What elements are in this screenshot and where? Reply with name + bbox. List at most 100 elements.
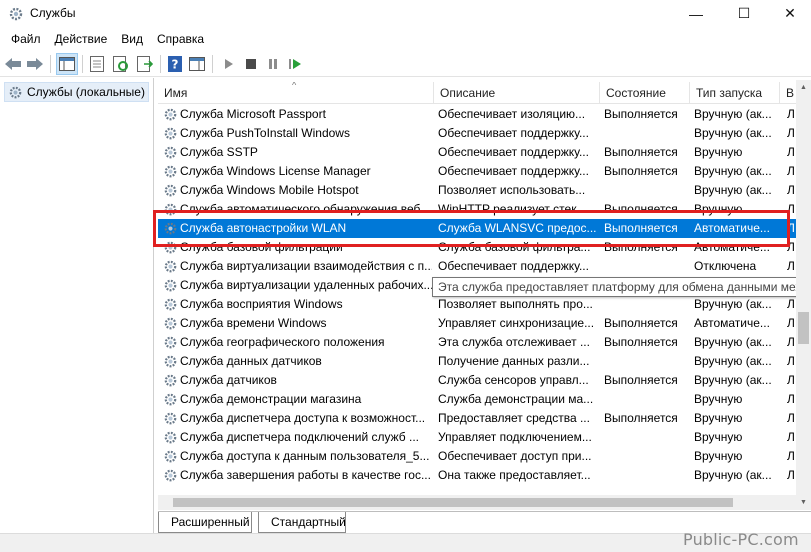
vertical-scroll-thumb[interactable] (798, 312, 809, 344)
table-row[interactable]: Служба географического положения Эта служ… (158, 333, 796, 352)
maximize-button[interactable]: ☐ (721, 0, 767, 27)
forward-button[interactable] (24, 53, 46, 75)
list-header: Имя ^ Описание Состояние Тип запуска В (158, 82, 811, 104)
cell-startup: Вручную (ак... (694, 164, 772, 178)
refresh-button[interactable] (110, 53, 132, 75)
column-header-name[interactable]: Имя ^ (158, 82, 434, 104)
table-row[interactable]: Служба завершения работы в качестве гос.… (158, 466, 796, 485)
service-gear-icon (164, 412, 177, 425)
cell-description: Служба WLANSVC предос... (438, 221, 596, 235)
close-button[interactable]: ✕ (767, 0, 811, 27)
cell-description: Обеспечивает поддержку... (438, 126, 589, 140)
tree-item-local-services[interactable]: Службы (локальные) (4, 82, 149, 102)
table-row[interactable]: Служба данных датчиков Получение данных р… (158, 352, 796, 371)
export-list-icon (137, 56, 153, 72)
table-row[interactable]: Служба датчиков Служба сенсоров управл...… (158, 371, 796, 390)
tree-item-label: Службы (локальные) (27, 85, 145, 99)
service-gear-icon (164, 298, 177, 311)
cell-startup: Вручную (ак... (694, 297, 772, 311)
table-row[interactable]: Служба SSTP Обеспечивает поддержку... Выпо… (158, 143, 796, 162)
cell-startup: Вручную (694, 392, 743, 406)
back-arrow-icon (5, 58, 21, 70)
service-gear-icon (164, 260, 177, 273)
table-row[interactable]: Служба виртуализации взаимодействия с п.… (158, 257, 796, 276)
horizontal-scroll-thumb[interactable] (173, 498, 733, 507)
service-gear-icon (164, 469, 177, 482)
refresh-icon (113, 56, 128, 72)
cell-startup: Вручную (ак... (694, 107, 772, 121)
table-row[interactable]: Служба Windows Mobile Hotspot Позволяет и… (158, 181, 796, 200)
tab-extended[interactable]: Расширенный (158, 512, 252, 533)
service-gear-icon (164, 374, 177, 387)
cell-state (604, 447, 688, 466)
back-button[interactable] (2, 53, 24, 75)
vertical-scrollbar[interactable]: ▲ ▼ (796, 80, 811, 510)
cell-name: Служба виртуализации удаленных рабочих..… (180, 278, 432, 292)
table-row[interactable]: Служба времени Windows Управляет синхрони… (158, 314, 796, 333)
cell-description: Получение данных разли... (438, 354, 590, 368)
tab-standard[interactable]: Стандартный (258, 512, 346, 533)
table-row[interactable]: Служба PushToInstall Windows Обеспечивает… (158, 124, 796, 143)
toolbar: ? (0, 50, 811, 77)
cell-name: Служба виртуализации взаимодействия с п.… (180, 259, 432, 273)
cell-description: Позволяет использовать... (438, 183, 586, 197)
table-row[interactable]: Служба диспетчера подключений служб ... У… (158, 428, 796, 447)
service-gear-icon (164, 203, 177, 216)
cell-state (604, 428, 688, 447)
cell-startup: Автоматиче... (694, 221, 770, 235)
pause-service-button[interactable] (262, 53, 284, 75)
cell-name: Служба данных датчиков (180, 354, 322, 368)
cell-state: Выполняется (604, 221, 678, 235)
table-row[interactable]: Служба автонастройки WLAN Служба WLANSVC … (158, 219, 796, 238)
menu-bar: Файл Действие Вид Справка (0, 29, 811, 49)
table-row[interactable]: Служба восприятия Windows Позволяет выпол… (158, 295, 796, 314)
column-header-state[interactable]: Состояние (600, 82, 690, 104)
restart-icon (289, 59, 301, 69)
sort-ascending-icon: ^ (292, 82, 297, 90)
services-gear-icon (9, 86, 22, 98)
start-service-button[interactable] (218, 53, 240, 75)
scroll-up-icon[interactable]: ▲ (796, 80, 811, 95)
service-gear-icon (164, 241, 177, 254)
cell-name: Служба Windows License Manager (180, 164, 371, 178)
menu-action[interactable]: Действие (48, 32, 115, 46)
table-row[interactable]: Служба демонстрации магазина Служба демон… (158, 390, 796, 409)
menu-file[interactable]: Файл (4, 32, 48, 46)
console-tree-icon (59, 57, 75, 71)
scroll-down-icon[interactable]: ▼ (796, 495, 811, 510)
table-row[interactable]: Служба автоматического обнаружения веб..… (158, 200, 796, 219)
watermark: Public-PC.com (683, 530, 799, 549)
export-list-button[interactable] (134, 53, 156, 75)
table-row[interactable]: Служба доступа к данным пользователя_5..… (158, 447, 796, 466)
service-gear-icon (164, 127, 177, 140)
action-pane-button[interactable] (186, 53, 208, 75)
cell-description: Служба сенсоров управл... (438, 373, 589, 387)
column-header-startup[interactable]: Тип запуска (690, 82, 780, 104)
restart-service-button[interactable] (284, 53, 306, 75)
cell-startup: Вручную (ак... (694, 373, 772, 387)
table-row[interactable]: Служба диспетчера доступа к возможност..… (158, 409, 796, 428)
show-console-tree-button[interactable] (56, 53, 78, 75)
cell-description: Эта служба отслеживает ... (438, 335, 590, 349)
play-icon (225, 59, 233, 69)
properties-button[interactable] (86, 53, 108, 75)
cell-name: Служба автоматического обнаружения веб..… (180, 202, 431, 216)
menu-help[interactable]: Справка (150, 32, 211, 46)
cell-state: Выполняется (604, 145, 678, 159)
cell-startup: Отключена (694, 259, 757, 273)
column-header-description[interactable]: Описание (434, 82, 600, 104)
cell-name: Служба доступа к данным пользователя_5..… (180, 449, 430, 463)
table-row[interactable]: Служба Windows License Manager Обеспечива… (158, 162, 796, 181)
action-pane-icon (189, 57, 205, 71)
table-row[interactable]: Служба Microsoft Passport Обеспечивает из… (158, 105, 796, 124)
table-row[interactable]: Служба базовой фильтрации Служба базовой … (158, 238, 796, 257)
minimize-button[interactable]: — (673, 0, 719, 27)
cell-startup: Вручную (ак... (694, 354, 772, 368)
cell-state: Выполняется (604, 240, 678, 254)
horizontal-scrollbar[interactable] (158, 495, 796, 510)
menu-view[interactable]: Вид (114, 32, 150, 46)
window-title: Службы (30, 6, 76, 20)
stop-service-button[interactable] (240, 53, 262, 75)
cell-startup: Вручную (ак... (694, 126, 772, 140)
help-button[interactable]: ? (164, 53, 186, 75)
